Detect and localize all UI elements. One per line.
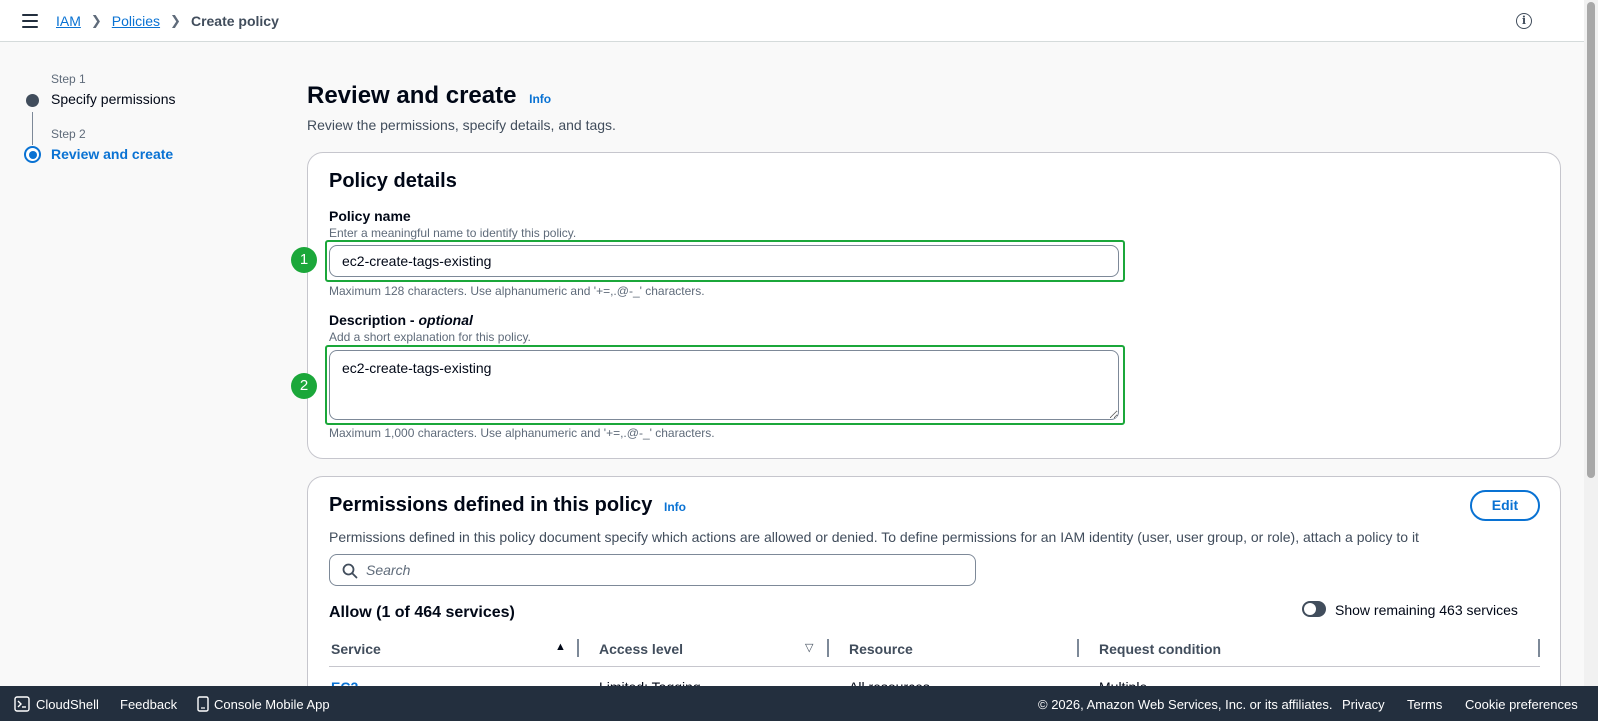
- step-current-icon: [24, 146, 41, 163]
- menu-icon[interactable]: [22, 14, 38, 28]
- page-title-text: Review and create: [307, 82, 517, 109]
- permissions-title: Permissions defined in this policy Info: [329, 494, 686, 517]
- optional-text: optional: [418, 312, 473, 328]
- permissions-description: Permissions defined in this policy docum…: [329, 529, 1419, 545]
- permissions-card: Permissions defined in this policy Info …: [307, 476, 1561, 716]
- cloudshell-link[interactable]: CloudShell: [36, 697, 99, 712]
- column-resource[interactable]: Resource: [849, 641, 913, 657]
- chevron-right-icon: ❯: [90, 13, 102, 28]
- table-header-divider: [329, 666, 1540, 667]
- policy-details-card: Policy details Policy name Enter a meani…: [307, 152, 1561, 459]
- description-label: Description - optional: [329, 312, 473, 328]
- sort-descending-icon[interactable]: ▽: [805, 641, 813, 654]
- search-input[interactable]: Search: [329, 554, 976, 586]
- policy-name-description: Enter a meaningful name to identify this…: [329, 226, 577, 240]
- console-mobile-app-link[interactable]: Console Mobile App: [214, 697, 330, 712]
- top-navigation: IAM ❯ Policies ❯ Create policy i: [0, 0, 1584, 42]
- column-divider[interactable]: [827, 639, 829, 657]
- info-icon[interactable]: i: [1516, 13, 1532, 29]
- breadcrumb-current: Create policy: [190, 13, 279, 29]
- column-service[interactable]: Service: [331, 641, 381, 657]
- show-remaining-label: Show remaining 463 services: [1335, 602, 1518, 618]
- allow-heading: Allow (1 of 464 services): [329, 604, 515, 621]
- mobile-app-icon[interactable]: [197, 696, 209, 712]
- cookie-preferences-link[interactable]: Cookie preferences: [1465, 697, 1578, 712]
- breadcrumb-iam[interactable]: IAM: [56, 13, 81, 29]
- feedback-link[interactable]: Feedback: [120, 697, 177, 712]
- sort-ascending-icon[interactable]: ▲: [555, 641, 566, 653]
- column-divider[interactable]: [1077, 639, 1079, 657]
- chevron-right-icon: ❯: [170, 13, 181, 28]
- footer: CloudShell Feedback Console Mobile App ©…: [0, 686, 1598, 721]
- description-description: Add a short explanation for this policy.: [329, 330, 531, 344]
- terms-link[interactable]: Terms: [1407, 697, 1442, 712]
- page-title: Review and create Info: [307, 82, 551, 110]
- column-request-condition[interactable]: Request condition: [1099, 641, 1221, 657]
- edit-button[interactable]: Edit: [1470, 490, 1540, 521]
- info-link[interactable]: Info: [529, 92, 551, 106]
- show-remaining-toggle[interactable]: [1302, 601, 1326, 617]
- copyright-text: © 2026, Amazon Web Services, Inc. or its…: [1038, 697, 1333, 712]
- scrollbar[interactable]: [1584, 0, 1598, 686]
- breadcrumb-policies[interactable]: Policies: [112, 13, 160, 29]
- privacy-link[interactable]: Privacy: [1342, 697, 1385, 712]
- policy-name-hint: Maximum 128 characters. Use alphanumeric…: [329, 284, 705, 298]
- step-connector: [32, 112, 33, 145]
- step-1-title[interactable]: Specify permissions: [51, 91, 176, 107]
- step-badge-1: 1: [291, 247, 317, 273]
- scrollbar-thumb[interactable]: [1587, 2, 1595, 478]
- permissions-info-link[interactable]: Info: [664, 500, 686, 514]
- policy-name-label: Policy name: [329, 208, 411, 224]
- breadcrumb: IAM ❯ Policies ❯ Create policy: [56, 13, 279, 29]
- column-access-level[interactable]: Access level: [599, 641, 683, 657]
- page-subtitle: Review the permissions, specify details,…: [307, 117, 616, 133]
- card-title: Policy details: [329, 170, 457, 192]
- search-icon: [342, 563, 358, 579]
- search-placeholder: Search: [366, 562, 411, 578]
- column-divider[interactable]: [1538, 639, 1540, 657]
- policy-name-input[interactable]: [329, 245, 1119, 277]
- description-textarea[interactable]: ec2-create-tags-existing: [329, 350, 1119, 420]
- permissions-title-text: Permissions defined in this policy: [329, 494, 653, 516]
- step-2-label: Step 2: [51, 127, 86, 141]
- step-complete-icon: [26, 94, 39, 107]
- description-hint: Maximum 1,000 characters. Use alphanumer…: [329, 426, 715, 440]
- column-divider[interactable]: [577, 639, 579, 657]
- step-1-label: Step 1: [51, 72, 86, 86]
- description-label-text: Description -: [329, 312, 419, 328]
- step-badge-2: 2: [291, 373, 317, 399]
- step-2-title: Review and create: [51, 146, 174, 162]
- cloudshell-icon[interactable]: [14, 696, 30, 712]
